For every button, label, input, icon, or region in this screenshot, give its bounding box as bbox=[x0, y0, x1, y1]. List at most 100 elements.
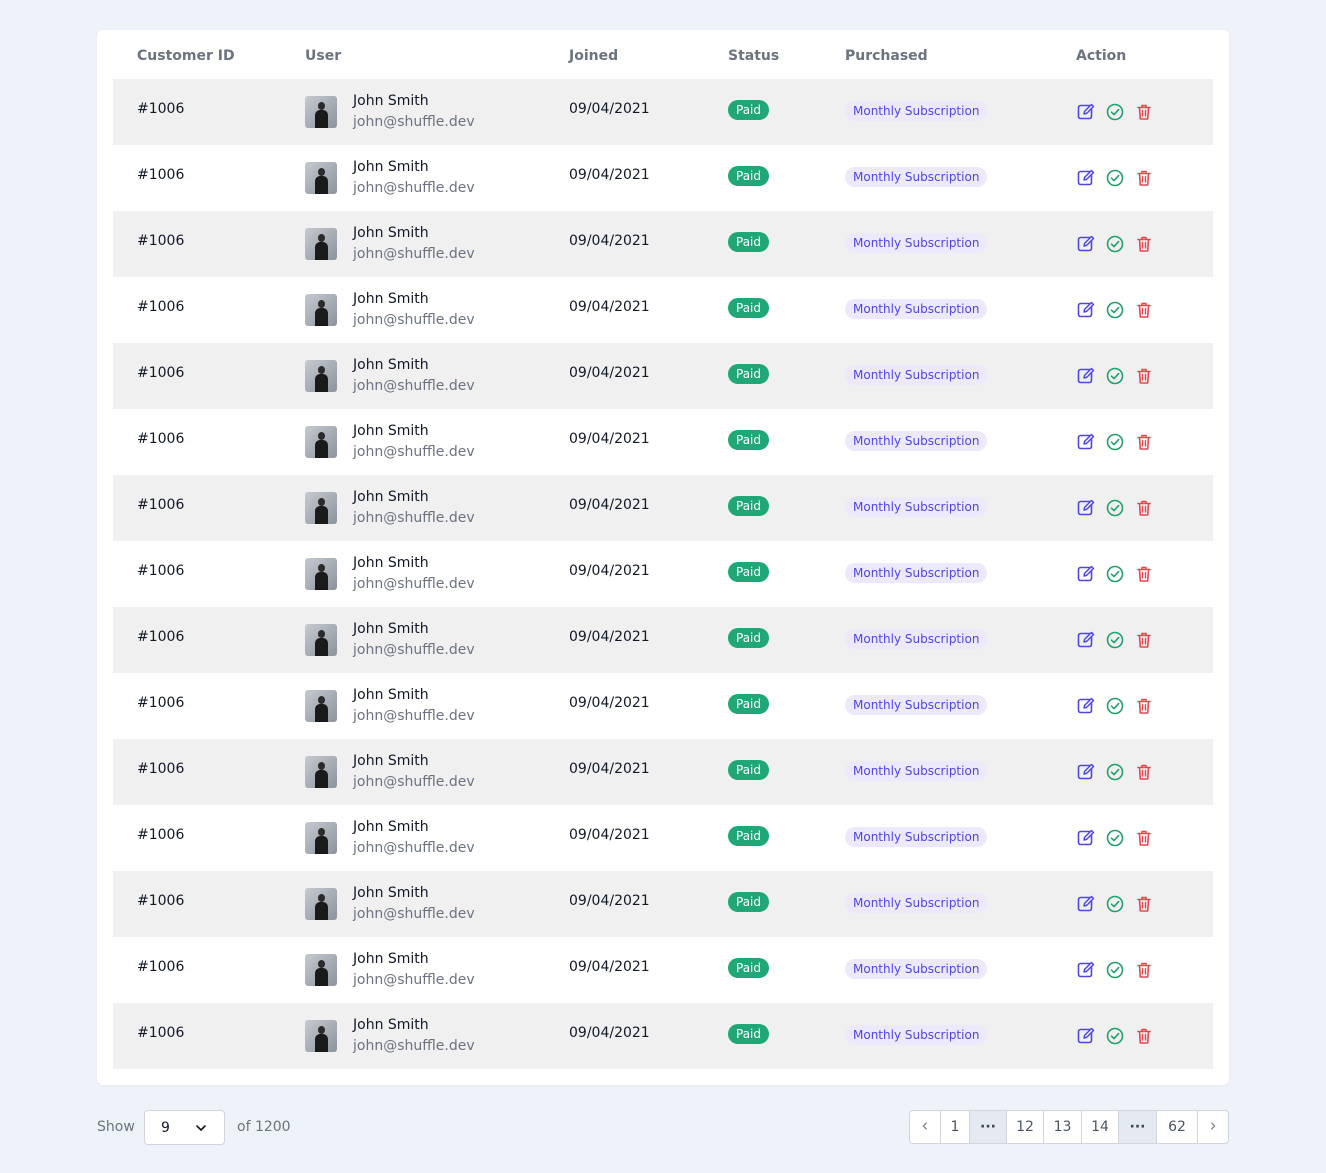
customer-id: #1006 bbox=[137, 827, 185, 843]
avatar bbox=[305, 954, 337, 986]
table-row: #1006 John Smith john@shuffle.dev 09/04/202… bbox=[113, 541, 1213, 607]
user-name: John Smith bbox=[353, 423, 429, 439]
joined-date: 09/04/2021 bbox=[569, 233, 650, 249]
page-size-value: 9 bbox=[161, 1120, 170, 1136]
check-circle-icon[interactable] bbox=[1105, 696, 1125, 716]
table-row: #1006 John Smith john@shuffle.dev 09/04/202… bbox=[113, 673, 1213, 739]
check-circle-icon[interactable] bbox=[1105, 828, 1125, 848]
joined-date: 09/04/2021 bbox=[569, 1025, 650, 1041]
customer-id: #1006 bbox=[137, 497, 185, 513]
trash-icon[interactable] bbox=[1134, 960, 1154, 980]
check-circle-icon[interactable] bbox=[1105, 960, 1125, 980]
joined-date: 09/04/2021 bbox=[569, 827, 650, 843]
check-circle-icon[interactable] bbox=[1105, 1026, 1125, 1046]
page-ellipsis[interactable]: ··· bbox=[1119, 1111, 1157, 1143]
trash-icon[interactable] bbox=[1134, 234, 1154, 254]
trash-icon[interactable] bbox=[1134, 498, 1154, 518]
table-row: #1006 John Smith john@shuffle.dev 09/04/202… bbox=[113, 409, 1213, 475]
check-circle-icon[interactable] bbox=[1105, 630, 1125, 650]
purchased-badge: Monthly Subscription bbox=[845, 827, 988, 847]
trash-icon[interactable] bbox=[1134, 366, 1154, 386]
page-button-14[interactable]: 14 bbox=[1082, 1111, 1119, 1143]
prev-page-button[interactable] bbox=[910, 1111, 941, 1143]
trash-icon[interactable] bbox=[1134, 762, 1154, 782]
trash-icon[interactable] bbox=[1134, 1026, 1154, 1046]
edit-icon[interactable] bbox=[1076, 960, 1096, 980]
table-body: #1006 John Smith john@shuffle.dev 09/04/202… bbox=[113, 79, 1213, 1069]
check-circle-icon[interactable] bbox=[1105, 894, 1125, 914]
user-email: john@shuffle.dev bbox=[353, 444, 475, 460]
check-circle-icon[interactable] bbox=[1105, 564, 1125, 584]
edit-icon[interactable] bbox=[1076, 1026, 1096, 1046]
header-customer-id: Customer ID bbox=[137, 48, 235, 64]
user-name: John Smith bbox=[353, 885, 429, 901]
user-name: John Smith bbox=[353, 225, 429, 241]
edit-icon[interactable] bbox=[1076, 366, 1096, 386]
trash-icon[interactable] bbox=[1134, 432, 1154, 452]
table-row: #1006 John Smith john@shuffle.dev 09/04/202… bbox=[113, 607, 1213, 673]
page-size-select[interactable]: 9 bbox=[144, 1110, 225, 1145]
trash-icon[interactable] bbox=[1134, 300, 1154, 320]
edit-icon[interactable] bbox=[1076, 630, 1096, 650]
edit-icon[interactable] bbox=[1076, 300, 1096, 320]
check-circle-icon[interactable] bbox=[1105, 432, 1125, 452]
edit-icon[interactable] bbox=[1076, 102, 1096, 122]
check-circle-icon[interactable] bbox=[1105, 366, 1125, 386]
trash-icon[interactable] bbox=[1134, 630, 1154, 650]
purchased-badge: Monthly Subscription bbox=[845, 167, 988, 187]
purchased-badge: Monthly Subscription bbox=[845, 629, 988, 649]
status-badge: Paid bbox=[728, 760, 770, 780]
check-circle-icon[interactable] bbox=[1105, 762, 1125, 782]
joined-date: 09/04/2021 bbox=[569, 299, 650, 315]
edit-icon[interactable] bbox=[1076, 564, 1096, 584]
user-name: John Smith bbox=[353, 357, 429, 373]
status-badge: Paid bbox=[728, 496, 770, 516]
purchased-badge: Monthly Subscription bbox=[845, 893, 988, 913]
purchased-badge: Monthly Subscription bbox=[845, 563, 988, 583]
table-row: #1006 John Smith john@shuffle.dev 09/04/202… bbox=[113, 805, 1213, 871]
status-badge: Paid bbox=[728, 1024, 770, 1044]
page-button-13[interactable]: 13 bbox=[1044, 1111, 1082, 1143]
trash-icon[interactable] bbox=[1134, 696, 1154, 716]
avatar bbox=[305, 822, 337, 854]
status-badge: Paid bbox=[728, 430, 770, 450]
page-ellipsis[interactable]: ··· bbox=[970, 1111, 1007, 1143]
table-row: #1006 John Smith john@shuffle.dev 09/04/202… bbox=[113, 739, 1213, 805]
header-action: Action bbox=[1076, 48, 1127, 64]
edit-icon[interactable] bbox=[1076, 432, 1096, 452]
user-email: john@shuffle.dev bbox=[353, 312, 475, 328]
table-header: Customer ID User Joined Status Purchased… bbox=[113, 30, 1213, 79]
page-button-62[interactable]: 62 bbox=[1157, 1111, 1198, 1143]
check-circle-icon[interactable] bbox=[1105, 234, 1125, 254]
table-row: #1006 John Smith john@shuffle.dev 09/04/202… bbox=[113, 211, 1213, 277]
customer-id: #1006 bbox=[137, 431, 185, 447]
trash-icon[interactable] bbox=[1134, 894, 1154, 914]
user-name: John Smith bbox=[353, 753, 429, 769]
edit-icon[interactable] bbox=[1076, 696, 1096, 716]
table-row: #1006 John Smith john@shuffle.dev 09/04/202… bbox=[113, 277, 1213, 343]
check-circle-icon[interactable] bbox=[1105, 102, 1125, 122]
user-email: john@shuffle.dev bbox=[353, 1038, 475, 1054]
avatar bbox=[305, 1020, 337, 1052]
user-email: john@shuffle.dev bbox=[353, 972, 475, 988]
edit-icon[interactable] bbox=[1076, 828, 1096, 848]
avatar bbox=[305, 96, 337, 128]
edit-icon[interactable] bbox=[1076, 762, 1096, 782]
trash-icon[interactable] bbox=[1134, 564, 1154, 584]
joined-date: 09/04/2021 bbox=[569, 365, 650, 381]
page-button-1[interactable]: 1 bbox=[941, 1111, 970, 1143]
trash-icon[interactable] bbox=[1134, 102, 1154, 122]
trash-icon[interactable] bbox=[1134, 168, 1154, 188]
check-circle-icon[interactable] bbox=[1105, 498, 1125, 518]
edit-icon[interactable] bbox=[1076, 894, 1096, 914]
purchased-badge: Monthly Subscription bbox=[845, 299, 988, 319]
edit-icon[interactable] bbox=[1076, 234, 1096, 254]
check-circle-icon[interactable] bbox=[1105, 168, 1125, 188]
edit-icon[interactable] bbox=[1076, 498, 1096, 518]
next-page-button[interactable] bbox=[1198, 1111, 1228, 1143]
check-circle-icon[interactable] bbox=[1105, 300, 1125, 320]
page-button-12[interactable]: 12 bbox=[1007, 1111, 1044, 1143]
edit-icon[interactable] bbox=[1076, 168, 1096, 188]
user-name: John Smith bbox=[353, 951, 429, 967]
trash-icon[interactable] bbox=[1134, 828, 1154, 848]
